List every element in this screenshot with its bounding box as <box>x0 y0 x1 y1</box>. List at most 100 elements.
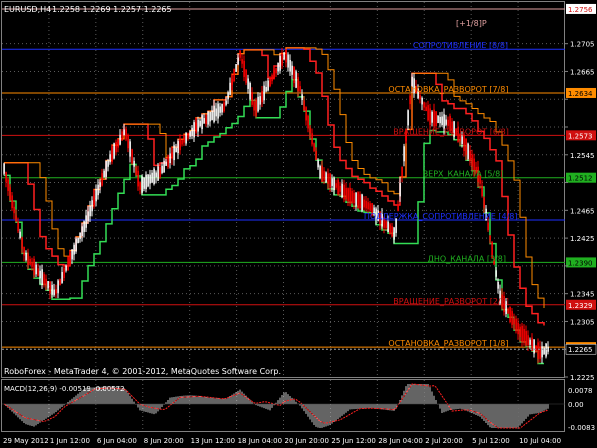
candle-body <box>225 100 227 105</box>
candle-body <box>177 141 179 154</box>
candle-body <box>65 265 67 271</box>
candle-body <box>91 200 93 212</box>
candle-body <box>187 133 189 139</box>
candle-body <box>49 281 51 294</box>
candle-body <box>489 235 491 241</box>
candle-body <box>353 192 355 204</box>
candle-body <box>189 131 191 137</box>
candle-body <box>367 202 369 210</box>
candle-body <box>469 150 471 162</box>
candle-body <box>77 237 79 243</box>
candle-body <box>61 272 63 283</box>
candle-body <box>169 153 171 164</box>
candle-body <box>157 166 159 181</box>
candle-body <box>205 114 207 124</box>
candle-body <box>227 92 229 100</box>
candle-body <box>163 160 165 173</box>
candle-body <box>13 206 15 214</box>
macd-label: MACD(12,26,9) -0.00519 -0.00572 <box>4 385 125 393</box>
candle-body <box>235 64 237 72</box>
candle-body <box>51 284 53 295</box>
candle-body <box>73 244 75 255</box>
candle-body <box>193 122 195 138</box>
candle-body <box>243 60 245 77</box>
candle-body <box>221 104 223 113</box>
candle-body <box>111 147 113 162</box>
candle-body <box>253 101 255 111</box>
candle-body <box>33 258 35 275</box>
candle-body <box>431 111 433 123</box>
candle-body <box>117 139 119 148</box>
candle-body <box>141 176 143 193</box>
candle-body <box>447 119 449 126</box>
level-label: ДНО_КАНАЛА [3/8] <box>428 254 506 263</box>
candle-body <box>59 278 61 286</box>
candle-body <box>285 50 287 63</box>
candle-body <box>299 86 301 92</box>
price-tag-label: 1.2390 <box>568 259 593 267</box>
candle-body <box>245 69 247 83</box>
price-chart[interactable]: СОПРОТИВЛЕНИЕ [8/8] ОСТАНОВКА_РАЗВОРОТ [7… <box>0 0 597 448</box>
candle-body <box>401 166 403 177</box>
candle-body <box>5 172 7 182</box>
x-tick-label: 2 Jul 20:00 <box>425 437 463 445</box>
candle-body <box>9 187 11 200</box>
candle-body <box>337 179 339 195</box>
candle-body <box>511 311 513 325</box>
candle-body <box>87 211 89 222</box>
candle-body <box>419 95 421 100</box>
candle-body <box>345 187 347 200</box>
candle-body <box>349 187 351 204</box>
candle-body <box>267 80 269 91</box>
candle-body <box>305 107 307 121</box>
candle-body <box>363 199 365 208</box>
candle-body <box>263 85 265 101</box>
candle-body <box>355 192 357 206</box>
candle-body <box>249 82 251 100</box>
candle-body <box>137 170 139 187</box>
candle-body <box>151 172 153 183</box>
candle-body <box>513 318 515 325</box>
candle-body <box>439 116 441 124</box>
top-tag-label: [+1/8]P <box>456 19 487 28</box>
candle-body <box>223 102 225 112</box>
candle-body <box>215 108 217 117</box>
candle-body <box>321 165 323 182</box>
candle-body <box>323 170 325 181</box>
candle-body <box>35 264 37 275</box>
candle-body <box>239 50 241 58</box>
candle-body <box>279 56 281 71</box>
candle-body <box>199 120 201 127</box>
candle-body <box>291 65 293 75</box>
time-axis: 29 May 2012 1 Jun 12:00 6 Jun 04:00 8 Jun 2… <box>3 437 561 445</box>
candle-body <box>343 184 345 200</box>
candle-body <box>7 179 9 191</box>
x-tick-label: 1 Jun 12:00 <box>50 437 90 445</box>
candle-body <box>93 195 95 206</box>
candle-body <box>89 205 91 217</box>
candle-body <box>347 188 349 202</box>
candle-body <box>399 183 401 197</box>
candle-body <box>145 174 147 190</box>
candle-body <box>29 258 31 265</box>
candle-body <box>271 75 273 82</box>
candle-body <box>533 339 535 354</box>
candle-body <box>331 178 333 186</box>
candle-body <box>365 200 367 209</box>
candle-body <box>27 253 29 266</box>
candle-body <box>95 189 97 202</box>
level-label: ОСТАНОВКА_РАЗВОРОТ [1/8] <box>388 339 508 348</box>
candle-body <box>387 221 389 233</box>
candle-body <box>105 160 107 177</box>
candle-body <box>181 140 183 145</box>
candle-body <box>23 247 25 256</box>
candle-body <box>203 118 205 124</box>
candle-body <box>339 185 341 192</box>
candle-body <box>11 195 13 209</box>
candle-body <box>79 232 81 240</box>
x-tick-label: 10 Jul 04:00 <box>519 437 561 445</box>
candle-body <box>99 182 101 188</box>
candle-body <box>509 306 511 323</box>
candle-body <box>409 95 411 105</box>
candle-body <box>341 183 343 198</box>
